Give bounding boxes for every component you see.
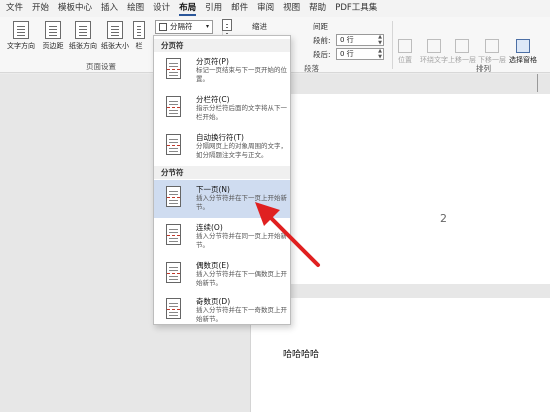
ribbon-tab-bar: 文件 开始 模板中心 插入 绘图 设计 布局 引用 邮件 审阅 视图 帮助 PD… (0, 0, 550, 17)
position-button[interactable]: 位置 (398, 39, 412, 65)
spacing-label: 间距 (313, 22, 328, 31)
even-page-icon (166, 262, 181, 283)
tab-insert[interactable]: 插入 (101, 0, 118, 17)
tab-template-center[interactable]: 模板中心 (58, 0, 92, 17)
tab-help[interactable]: 帮助 (309, 0, 326, 17)
wrap-text-label: 环绕文字 (420, 56, 448, 64)
wrap-text-icon (427, 39, 441, 53)
odd-page-icon (166, 298, 181, 319)
ribbon-separator (392, 21, 393, 69)
text-wrapping-icon (166, 134, 181, 155)
tab-review[interactable]: 审阅 (257, 0, 274, 17)
continuous-icon (166, 224, 181, 245)
columns-label: 栏 (135, 42, 143, 50)
text-direction-button[interactable]: 文字方向 (6, 21, 36, 51)
page-break-icon (166, 58, 181, 79)
menu-item-page-break[interactable]: 分页符(P) 标记一页结束与下一页开始的位置。 (154, 52, 290, 90)
selection-pane-icon (516, 39, 530, 53)
menu-item-desc: 指示分栏符后面的文字将从下一栏开始。 (196, 104, 287, 121)
menu-item-desc: 标记一页结束与下一页开始的位置。 (196, 66, 287, 83)
tab-draw[interactable]: 绘图 (127, 0, 144, 17)
page-size-icon (107, 21, 123, 39)
paragraph-group-label: 段落 (304, 64, 319, 73)
document-body-text[interactable]: 哈哈哈哈 (283, 347, 319, 360)
bring-forward-label: 上移一层 (448, 56, 476, 64)
bring-forward-button[interactable]: 上移一层 (448, 39, 476, 65)
tab-home[interactable]: 开始 (32, 0, 49, 17)
menu-item-next-page[interactable]: 下一页(N) 插入分节符并在下一页上开始新节。 (154, 180, 290, 218)
menu-section-page-breaks: 分页符 (154, 39, 290, 52)
margins-button[interactable]: 页边距 (38, 21, 68, 51)
menu-item-even-page[interactable]: 偶数页(E) 插入分节符并在下一偶数页上开始新节。 (154, 256, 290, 294)
menu-item-desc: 插入分节符并在下一奇数页上开始新节。 (196, 306, 287, 323)
breaks-button[interactable]: 分隔符 ▾ (155, 20, 213, 34)
margins-icon (45, 21, 61, 39)
page-setup-group-label: 页面设置 (86, 62, 116, 71)
crop-mark (537, 74, 538, 92)
size-label: 纸张大小 (101, 42, 129, 50)
selection-pane-label: 选择窗格 (509, 56, 537, 64)
menu-item-desc: 分隔网页上的对象周围的文字，如分隔题注文字与正文。 (196, 142, 287, 159)
menu-section-section-breaks: 分节符 (154, 166, 290, 179)
spacing-after-label: 段后: (313, 50, 331, 59)
send-backward-button[interactable]: 下移一层 (478, 39, 506, 65)
position-icon (398, 39, 412, 53)
stepper-arrows-icon[interactable]: ▲ ▼ (378, 34, 382, 46)
hyphenation-icon (222, 19, 232, 31)
menu-item-desc: 插入分节符并在同一页上开始新节。 (196, 232, 287, 249)
tab-view[interactable]: 视图 (283, 0, 300, 17)
margins-label: 页边距 (42, 42, 64, 50)
menu-item-desc: 插入分节符并在下一偶数页上开始新节。 (196, 270, 287, 287)
hyphenation-button[interactable] (218, 19, 236, 31)
orientation-button[interactable]: 纸张方向 (68, 21, 98, 51)
breaks-icon (159, 23, 167, 31)
columns-button[interactable]: 栏 (128, 21, 150, 51)
breaks-dropdown-menu: 分页符 分页符(P) 标记一页结束与下一页开始的位置。 分栏符(C) 指示分栏符… (153, 35, 291, 325)
text-direction-label: 文字方向 (7, 42, 35, 50)
tab-file[interactable]: 文件 (6, 0, 23, 17)
next-page-icon (166, 186, 181, 207)
indent-label: 缩进 (252, 22, 267, 31)
arrange-group-label: 排列 (476, 64, 491, 73)
orientation-icon (75, 21, 91, 39)
tab-mailings[interactable]: 邮件 (231, 0, 248, 17)
stepper-arrows-icon[interactable]: ▲ ▼ (378, 48, 382, 60)
columns-icon (133, 21, 145, 39)
spacing-before-label: 段前: (313, 36, 331, 45)
wrap-text-button[interactable]: 环绕文字 (420, 39, 448, 65)
menu-item-odd-page[interactable]: 奇数页(D) 插入分节符并在下一奇数页上开始新节。 (154, 292, 290, 330)
position-label: 位置 (398, 56, 412, 64)
page-number: 2 (440, 212, 447, 225)
tab-pdf-tools[interactable]: PDF工具集 (335, 0, 377, 17)
breaks-label: 分隔符 (170, 22, 193, 31)
text-direction-icon (13, 21, 29, 39)
tab-references[interactable]: 引用 (205, 0, 222, 17)
tab-layout[interactable]: 布局 (179, 0, 197, 17)
menu-item-text-wrapping-break[interactable]: 自动换行符(T) 分隔网页上的对象周围的文字，如分隔题注文字与正文。 (154, 128, 290, 166)
menu-item-column-break[interactable]: 分栏符(C) 指示分栏符后面的文字将从下一栏开始。 (154, 90, 290, 128)
menu-item-continuous[interactable]: 连续(O) 插入分节符并在同一页上开始新节。 (154, 218, 290, 256)
send-backward-icon (485, 39, 499, 53)
column-break-icon (166, 96, 181, 117)
tab-design[interactable]: 设计 (153, 0, 170, 17)
chevron-down-icon: ▾ (205, 23, 209, 30)
orientation-label: 纸张方向 (69, 42, 97, 50)
bring-forward-icon (455, 39, 469, 53)
selection-pane-button[interactable]: 选择窗格 (509, 39, 537, 65)
spacing-before-value: 0 行 (340, 36, 354, 44)
menu-item-desc: 插入分节符并在下一页上开始新节。 (196, 194, 287, 211)
document-page[interactable] (250, 94, 550, 284)
size-button[interactable]: 纸张大小 (100, 21, 130, 51)
spacing-after-input[interactable]: 0 行 ▲ ▼ (336, 48, 384, 60)
spacing-after-value: 0 行 (340, 50, 354, 58)
spacing-before-input[interactable]: 0 行 ▲ ▼ (336, 34, 384, 46)
